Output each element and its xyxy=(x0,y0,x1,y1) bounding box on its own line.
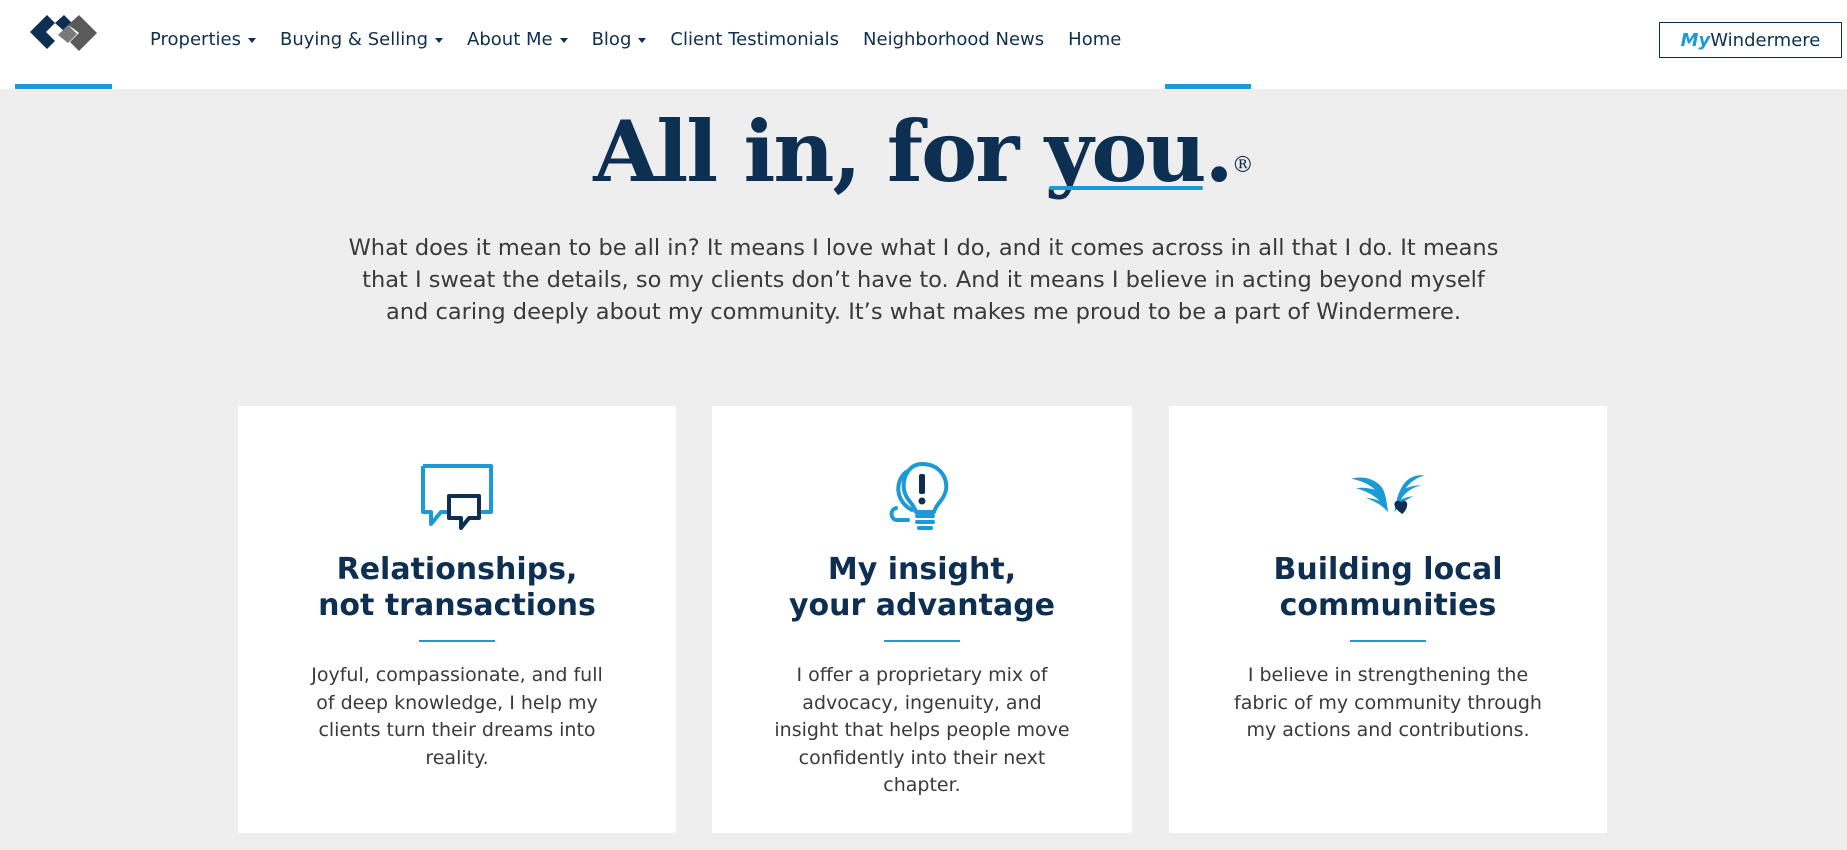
card-divider xyxy=(1350,640,1426,642)
card-title: My insight, your advantage xyxy=(788,552,1056,623)
value-card-communities: Building local communities I believe in … xyxy=(1169,406,1607,833)
caret-down-icon xyxy=(559,37,568,43)
main-nav: Properties Buying & Selling About Me Blo… xyxy=(150,24,1145,54)
site-header: Properties Buying & Selling About Me Blo… xyxy=(0,0,1847,89)
my-windermere-button[interactable]: My Windermere xyxy=(1659,22,1842,58)
nav-buying-selling[interactable]: Buying & Selling xyxy=(280,24,444,54)
nav-about-me[interactable]: About Me xyxy=(467,24,568,54)
card-divider xyxy=(419,640,495,642)
logo-active-underline xyxy=(15,84,112,89)
hands-heart-icon xyxy=(1351,475,1425,514)
nav-blog[interactable]: Blog xyxy=(592,24,647,54)
card-text: I offer a proprietary mix of advocacy, i… xyxy=(774,664,1070,796)
card-title: Building local communities xyxy=(1273,552,1503,623)
card-text: Joyful, compassionate, and full of deep … xyxy=(311,664,603,769)
chat-bubbles-icon xyxy=(421,464,493,530)
hero-intro: What does it mean to be all in? It means… xyxy=(348,235,1499,325)
card-title: Relationships, not transactions xyxy=(318,552,596,623)
caret-down-icon xyxy=(247,37,256,43)
home-active-underline xyxy=(1165,84,1251,89)
card-divider xyxy=(884,640,960,642)
nav-client-testimonials[interactable]: Client Testimonials xyxy=(670,24,839,54)
nav-home[interactable]: Home xyxy=(1068,24,1121,54)
lightbulb-exclamation-icon xyxy=(889,462,949,530)
hero-title-you: you xyxy=(1045,100,1207,204)
value-card-insight: My insight, your advantage I offer a pro… xyxy=(712,406,1132,833)
nav-properties[interactable]: Properties xyxy=(150,24,256,54)
nav-neighborhood-news[interactable]: Neighborhood News xyxy=(863,24,1044,54)
card-text: I believe in strengthening the fabric of… xyxy=(1234,664,1542,741)
caret-down-icon xyxy=(638,37,647,43)
registered-mark: ® xyxy=(1231,153,1254,178)
caret-down-icon xyxy=(435,37,444,43)
value-card-relationships: Relationships, not transactions Joyful, … xyxy=(238,406,676,833)
hero-title: All in, for you.® xyxy=(0,100,1847,204)
windermere-logo-icon[interactable] xyxy=(28,13,100,53)
